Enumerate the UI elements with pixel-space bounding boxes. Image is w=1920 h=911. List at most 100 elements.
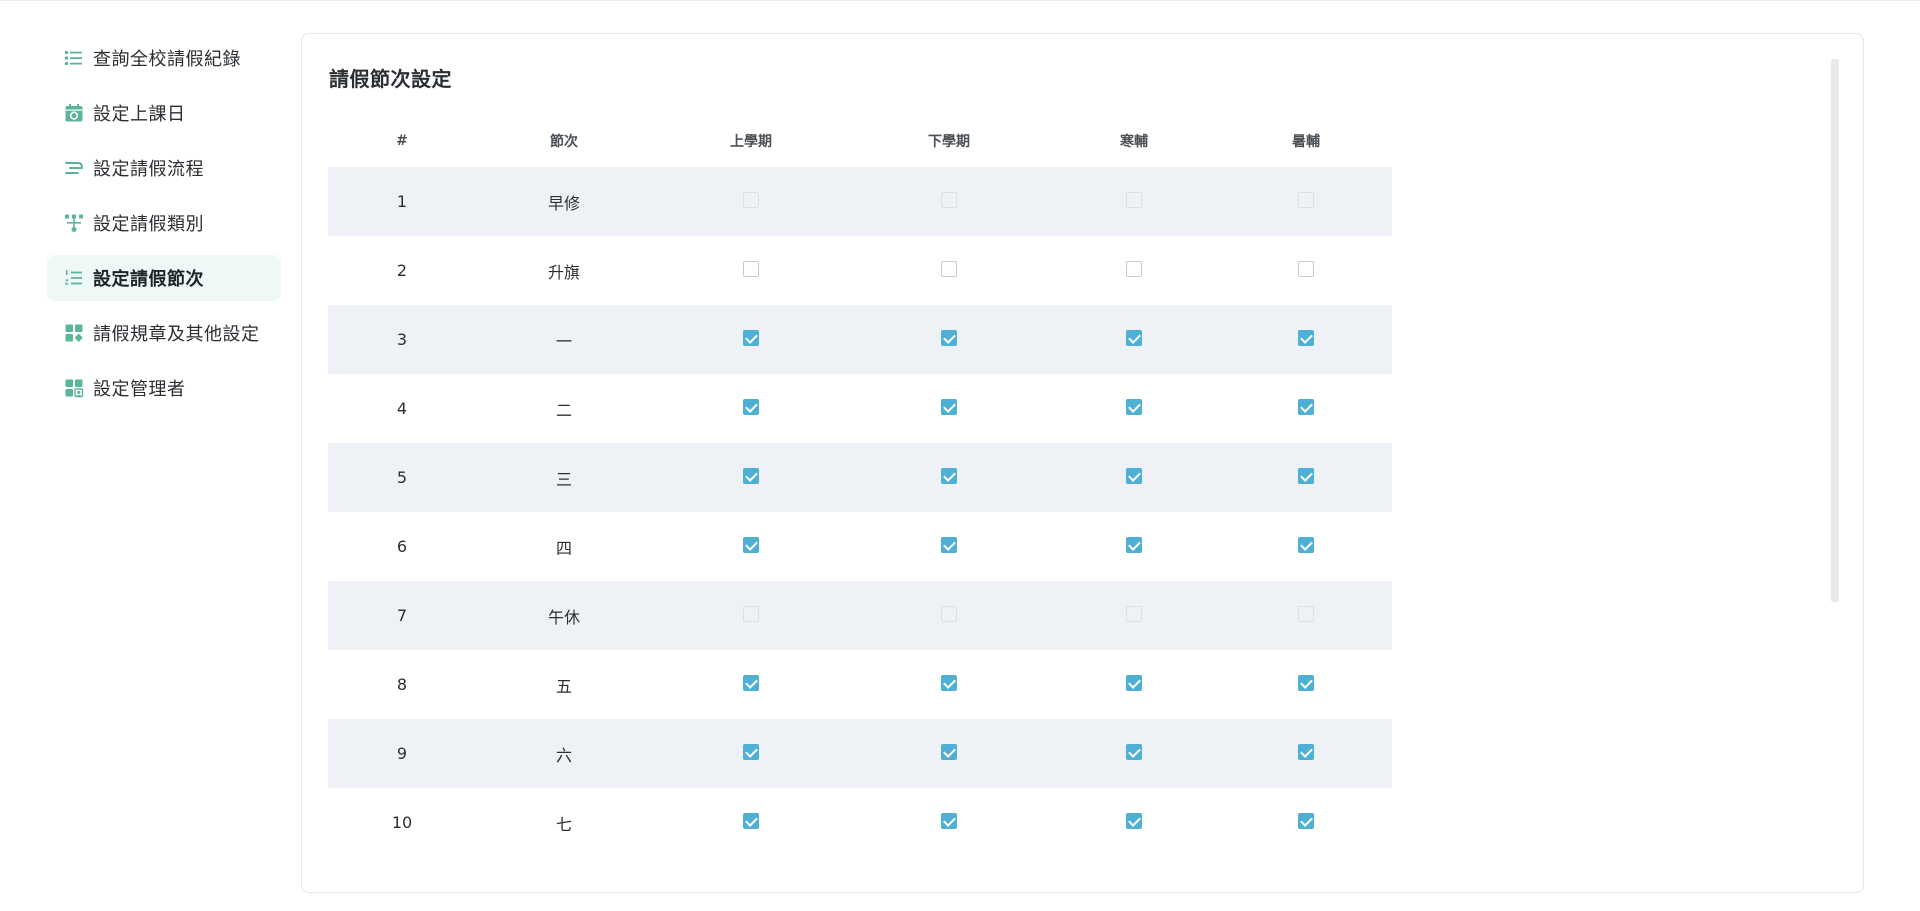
cell-second-semester — [850, 719, 1048, 788]
sidebar-item-leave-records[interactable]: 查詢全校請假紀錄 — [47, 35, 281, 81]
checkbox-first-semester[interactable] — [743, 743, 759, 760]
checkbox-second-semester[interactable] — [941, 536, 957, 553]
sidebar-item-label: 設定上課日 — [93, 104, 186, 125]
checkbox-first-semester[interactable] — [743, 536, 759, 553]
table-row: 4二 — [328, 374, 1392, 443]
checkbox-first-semester — [743, 191, 759, 208]
periods-table-container: # 節次 上學期 下學期 寒輔 暑輔 1 早修 2 升旗 3 一 4 二 5 三 6 四 7 午休 8 五 9 六… — [328, 114, 1392, 867]
row-number: 6 — [396, 537, 408, 556]
table-row: 1 早修 — [328, 167, 1392, 236]
checkbox-summer-session — [1298, 605, 1314, 622]
sidebar-item-label: 設定請假節次 — [93, 269, 204, 290]
checkbox-second-semester — [941, 191, 957, 208]
cell-summer-session — [1220, 305, 1392, 374]
checkbox-summer-session[interactable] — [1298, 398, 1314, 415]
sidebar-item-leave-periods[interactable]: 設定請假節次 — [47, 255, 281, 301]
checkbox-summer-session[interactable] — [1298, 536, 1314, 553]
page-title: 請假節次設定 — [329, 67, 452, 91]
table-row: 10 七 — [328, 788, 1392, 857]
row-period: 四 — [555, 538, 572, 558]
cell-second-semester — [850, 650, 1048, 719]
row-number: 5 — [328, 443, 476, 512]
checkbox-summer-session[interactable] — [1298, 743, 1314, 760]
checkbox-winter-session[interactable] — [1126, 743, 1142, 760]
cell-winter-session — [1048, 374, 1220, 443]
cell-second-semester — [850, 167, 1048, 236]
sidebar-item-label: 查詢全校請假紀錄 — [93, 49, 241, 70]
checkbox-winter-session[interactable] — [1126, 536, 1142, 553]
sidebar-item-leave-rules[interactable]: 請假規章及其他設定 — [47, 310, 281, 356]
cell-second-semester — [850, 581, 1048, 650]
column-header-period: 節次 — [550, 133, 578, 150]
table-row: 5三 — [328, 443, 1392, 512]
table-row: 3一 — [328, 305, 1392, 374]
table-row: 2 升旗 — [328, 236, 1392, 305]
checkbox-winter-session[interactable] — [1126, 329, 1142, 346]
cell-first-semester — [652, 581, 850, 650]
checkbox-summer-session[interactable] — [1298, 329, 1314, 346]
sidebar-item-leave-flow[interactable]: 設定請假流程 — [47, 145, 281, 191]
checkbox-first-semester[interactable] — [743, 812, 759, 829]
checkbox-second-semester[interactable] — [941, 329, 957, 346]
row-period: 三 — [476, 443, 652, 512]
checkbox-first-semester — [743, 605, 759, 622]
checkbox-second-semester[interactable] — [941, 398, 957, 415]
table-row: 8五 — [328, 650, 1392, 719]
cell-first-semester — [652, 443, 850, 512]
cell-summer-session — [1220, 719, 1392, 788]
checkbox-second-semester[interactable] — [941, 467, 957, 484]
cell-winter-session — [1048, 719, 1220, 788]
category-tree-icon — [64, 213, 84, 233]
checkbox-second-semester — [941, 605, 957, 622]
checkbox-second-semester[interactable] — [941, 260, 957, 277]
checkbox-winter-session[interactable] — [1126, 398, 1142, 415]
flow-icon — [64, 158, 84, 178]
checkbox-winter-session[interactable] — [1126, 812, 1142, 829]
column-header-winter-session: 寒輔 — [1120, 133, 1148, 150]
column-header-summer-session: 暑輔 — [1292, 133, 1320, 150]
cell-summer-session — [1220, 581, 1392, 650]
row-period: 二 — [555, 400, 572, 420]
column-header-first-semester: 上學期 — [730, 133, 772, 150]
top-divider — [0, 0, 1920, 1]
checkbox-winter-session[interactable] — [1126, 260, 1142, 277]
cell-first-semester — [652, 719, 850, 788]
checkbox-summer-session — [1298, 191, 1314, 208]
sidebar-item-label: 請假規章及其他設定 — [93, 324, 260, 345]
cell-second-semester — [850, 305, 1048, 374]
cell-winter-session — [1048, 167, 1220, 236]
cell-summer-session — [1220, 443, 1392, 512]
checkbox-summer-session[interactable] — [1298, 812, 1314, 829]
column-header-second-semester: 下學期 — [928, 133, 970, 150]
checkbox-first-semester[interactable] — [743, 674, 759, 691]
checkbox-first-semester[interactable] — [743, 329, 759, 346]
sidebar-item-admins[interactable]: 設定管理者 — [47, 365, 281, 411]
cell-summer-session — [1220, 788, 1392, 857]
checkbox-summer-session[interactable] — [1298, 467, 1314, 484]
sidebar-item-leave-categories[interactable]: 設定請假類別 — [47, 200, 281, 246]
checkbox-first-semester[interactable] — [743, 260, 759, 277]
sidebar-item-school-days[interactable]: 設定上課日 — [47, 90, 281, 136]
row-period: 六 — [476, 719, 652, 788]
cell-second-semester — [850, 236, 1048, 305]
cell-second-semester — [850, 374, 1048, 443]
cell-first-semester — [652, 167, 850, 236]
checkbox-second-semester[interactable] — [941, 743, 957, 760]
cell-summer-session — [1220, 236, 1392, 305]
checkbox-first-semester[interactable] — [743, 467, 759, 484]
cell-first-semester — [652, 374, 850, 443]
checkbox-winter-session[interactable] — [1126, 467, 1142, 484]
checkbox-second-semester[interactable] — [941, 674, 957, 691]
checkbox-summer-session[interactable] — [1298, 674, 1314, 691]
sidebar-item-label: 設定請假類別 — [93, 214, 204, 235]
checkbox-first-semester[interactable] — [743, 398, 759, 415]
checkbox-summer-session[interactable] — [1298, 260, 1314, 277]
cell-second-semester — [850, 788, 1048, 857]
checkbox-second-semester[interactable] — [941, 812, 957, 829]
checkbox-winter-session[interactable] — [1126, 674, 1142, 691]
row-period: 一 — [476, 305, 652, 374]
leave-periods-card: 請假節次設定 # 節次 上學期 下學期 寒輔 暑輔 1 早修 2 升旗 3 一 4 二 5 三 6 四… — [301, 33, 1864, 893]
table-row: 6四 — [328, 512, 1392, 581]
cell-winter-session — [1048, 788, 1220, 857]
scrollbar[interactable] — [1831, 59, 1839, 602]
